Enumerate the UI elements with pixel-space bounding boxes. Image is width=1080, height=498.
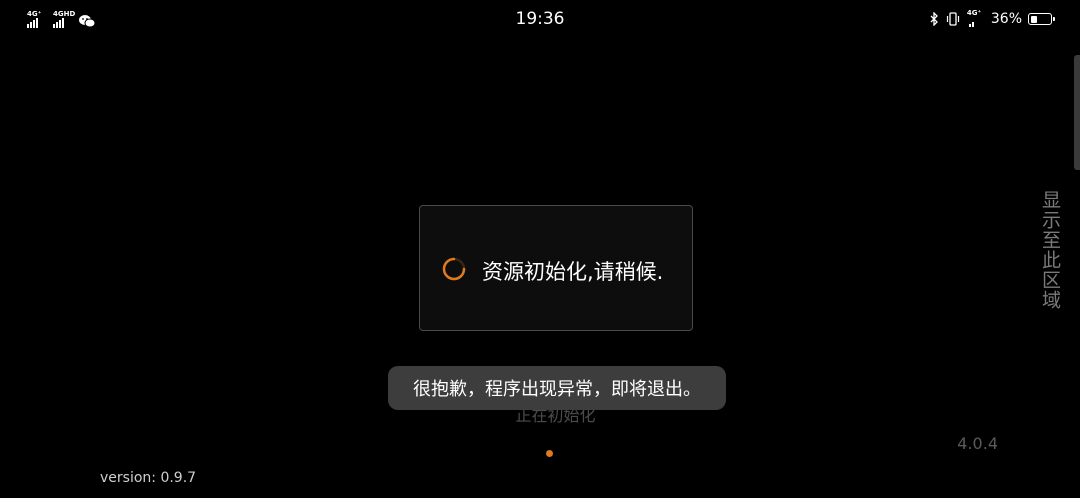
network-type-label: 4G⁺ — [966, 9, 982, 17]
page-indicator-dot — [546, 450, 553, 457]
side-display-hint: 显示至此区域 — [1039, 190, 1061, 310]
clock: 19:36 — [515, 9, 565, 29]
loading-spinner-icon — [442, 257, 466, 281]
loading-message: 资源初始化,请稍候. — [482, 260, 664, 284]
app-version: 4.0.4 — [957, 434, 998, 453]
battery-fill — [1030, 15, 1037, 23]
bluetooth-icon — [930, 12, 938, 26]
battery-percent: 36% — [990, 11, 1022, 27]
battery-icon — [1028, 13, 1055, 25]
error-toast: 很抱歉，程序出现异常，即将退出。 — [388, 366, 726, 410]
status-bar: 4G⁺ 4GHD 19:36 4G⁺ 36% — [0, 0, 1080, 40]
status-bar-right: 4G⁺ 36% — [930, 9, 1055, 28]
signal-icon: 4G⁺ — [966, 9, 985, 27]
error-toast-message: 很抱歉，程序出现异常，即将退出。 — [413, 379, 701, 400]
loading-dialog: 资源初始化,请稍候. — [419, 205, 693, 331]
engine-version: version: 0.9.7 — [100, 470, 197, 486]
edge-scrollbar[interactable] — [1074, 55, 1080, 170]
vibrate-icon — [946, 12, 959, 26]
